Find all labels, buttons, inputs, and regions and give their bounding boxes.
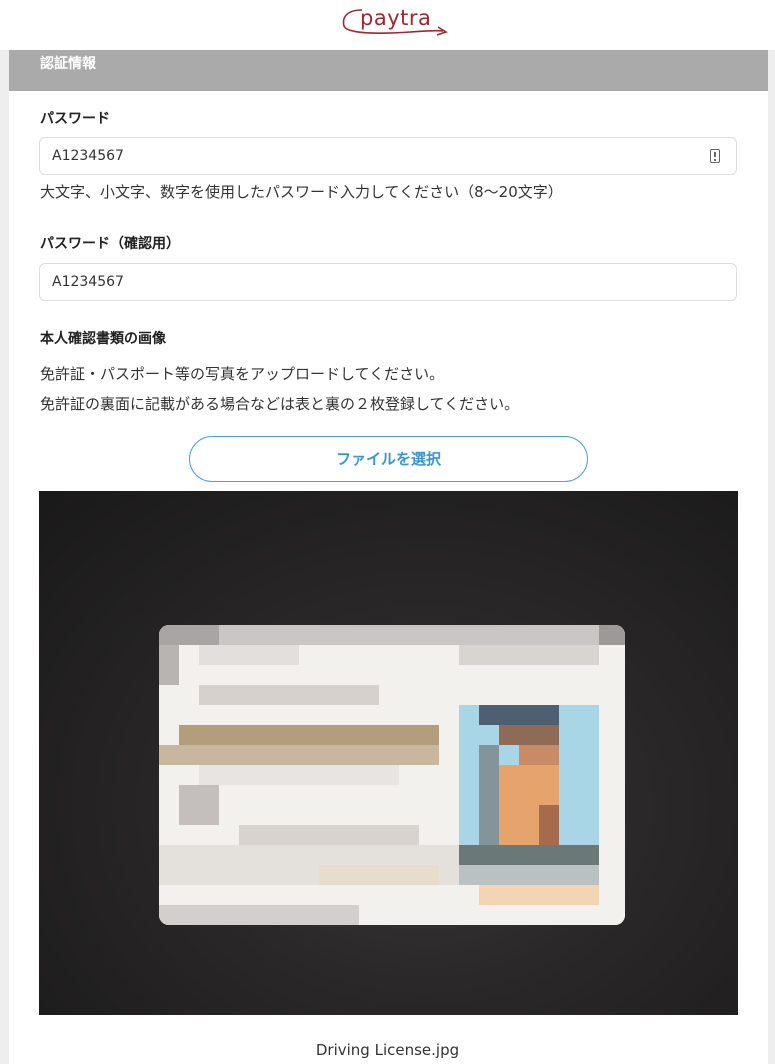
password-confirm-value: A1234567 [52, 274, 124, 290]
password-help-text: 大文字、小文字、数字を使用したパスワード入力してください（8～20文字） [40, 183, 563, 201]
password-confirm-field[interactable]: A1234567 [39, 263, 737, 301]
identity-document-label: 本人確認書類の画像 [40, 331, 166, 347]
uploaded-file-name: Driving License.jpg [315, 1041, 460, 1059]
right-gutter [768, 50, 775, 1064]
password-confirm-label: パスワード（確認用） [40, 236, 180, 252]
logo-text: paytra [360, 6, 432, 30]
identity-help-line-1: 免許証・パスポート等の写真をアップロードしてください。 [40, 365, 445, 383]
section-title: 認証情報 [40, 56, 96, 72]
paytra-logo[interactable]: paytra [340, 4, 452, 40]
pixelated-license-image [159, 625, 625, 925]
identity-help-line-2: 免許証の裏面に記載がある場合などは表と裏の２枚登録してください。 [40, 395, 520, 413]
choose-file-label: ファイルを選択 [335, 450, 441, 468]
left-gutter [0, 50, 9, 1064]
license-card-image [159, 625, 625, 925]
password-value: A1234567 [52, 148, 124, 164]
section-header: 認証情報 [9, 50, 768, 91]
password-reveal-icon[interactable] [710, 149, 720, 163]
password-label: パスワード [40, 111, 110, 127]
uploaded-image-preview [39, 491, 738, 1015]
choose-file-button[interactable]: ファイルを選択 [189, 436, 588, 482]
password-field[interactable]: A1234567 [39, 137, 737, 175]
top-bar: paytra [0, 0, 775, 50]
